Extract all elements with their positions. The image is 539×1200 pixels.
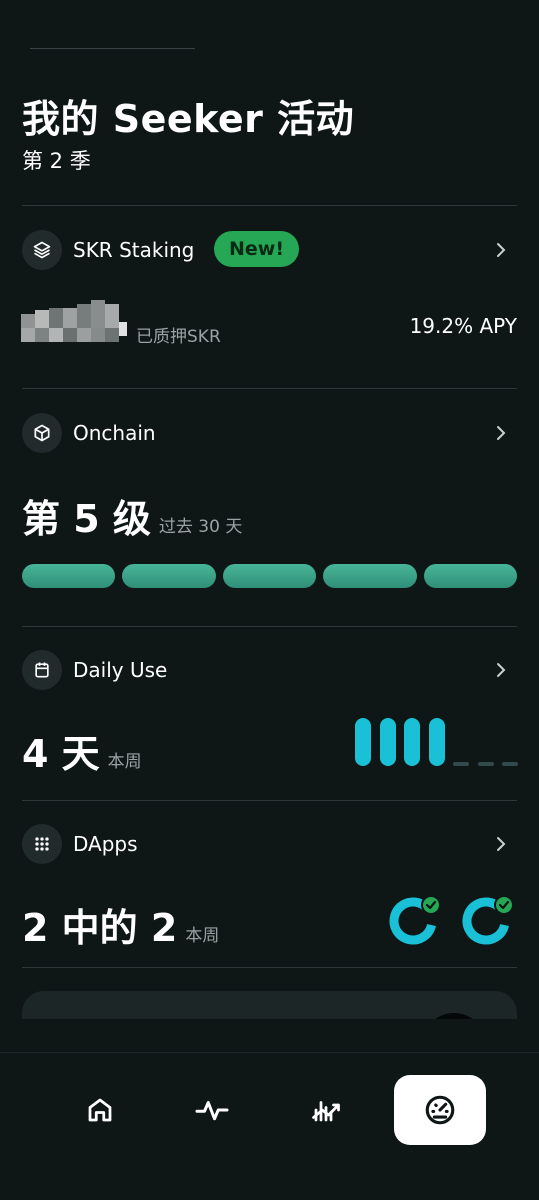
apy-value: 19.2% APY xyxy=(409,314,517,338)
period-text: 本周 xyxy=(185,926,220,946)
cube-icon xyxy=(22,413,62,453)
day-used-bar xyxy=(379,718,396,766)
onchain-label: Onchain xyxy=(73,421,156,445)
level-progress xyxy=(22,564,518,588)
days-progress xyxy=(355,718,518,768)
pulse-icon xyxy=(195,1101,229,1121)
chevron-right-icon[interactable] xyxy=(493,662,509,678)
card-avatar xyxy=(422,1013,486,1019)
onchain-level: 第 5 级过去 30 天 xyxy=(22,488,242,543)
day-used-bar xyxy=(404,718,420,766)
partial-card[interactable] xyxy=(22,991,517,1019)
level-bar xyxy=(222,564,317,588)
top-divider xyxy=(30,48,195,49)
chevron-right-icon[interactable] xyxy=(493,425,509,441)
new-badge: New! xyxy=(214,231,300,267)
level-bar xyxy=(22,564,116,588)
day-unused-dash xyxy=(477,762,494,766)
staking-label: SKR Staking xyxy=(73,238,195,262)
daily-use-days: 4 天本周 xyxy=(22,723,142,778)
level-bar xyxy=(323,564,417,588)
dapp-ring xyxy=(461,892,515,946)
nav-trending[interactable] xyxy=(280,1075,372,1145)
onchain-section-header[interactable]: Onchain xyxy=(22,413,517,453)
period-text: 本周 xyxy=(107,752,142,772)
staked-label: 已质押SKR xyxy=(136,327,221,347)
divider xyxy=(22,205,517,206)
day-used-bar xyxy=(355,718,371,766)
period-text: 过去 30 天 xyxy=(158,517,243,537)
dapp-ring xyxy=(388,892,442,946)
divider xyxy=(22,800,517,801)
days-text: 4 天 xyxy=(22,732,100,776)
chart-trend-icon xyxy=(312,1101,340,1122)
dapps-count: 2 中的 2 本周 xyxy=(22,897,219,952)
count-text: 2 中的 2 xyxy=(22,906,178,950)
divider xyxy=(22,967,517,968)
level-text: 第 5 级 xyxy=(22,497,151,541)
level-bar xyxy=(423,564,518,588)
day-unused-dash xyxy=(453,762,469,766)
divider xyxy=(22,388,517,389)
bottom-nav xyxy=(0,1052,539,1200)
chevron-right-icon[interactable] xyxy=(493,836,509,852)
grid-dots-icon xyxy=(22,824,62,864)
nav-activity[interactable] xyxy=(166,1075,258,1145)
page-title: 我的 Seeker 活动 xyxy=(22,97,355,141)
dapps-section-header[interactable]: DApps xyxy=(22,824,517,864)
dapps-label: DApps xyxy=(73,832,138,856)
nav-dashboard[interactable] xyxy=(394,1075,486,1145)
daily-use-label: Daily Use xyxy=(73,658,168,682)
gauge-icon xyxy=(425,1095,455,1125)
day-unused-dash xyxy=(502,762,518,766)
layers-icon xyxy=(22,230,62,270)
staked-amount-redacted xyxy=(21,300,127,342)
daily-use-section-header[interactable]: Daily Use xyxy=(22,650,517,690)
season-label: 第 2 季 xyxy=(22,149,91,173)
nav-home[interactable] xyxy=(54,1075,146,1145)
home-icon xyxy=(88,1098,112,1122)
day-used-bar xyxy=(428,718,445,766)
calendar-icon xyxy=(22,650,62,690)
level-bar xyxy=(122,564,216,588)
staking-section-header[interactable]: SKR Staking New! xyxy=(22,230,517,270)
divider xyxy=(22,626,517,627)
chevron-right-icon[interactable] xyxy=(493,242,509,258)
